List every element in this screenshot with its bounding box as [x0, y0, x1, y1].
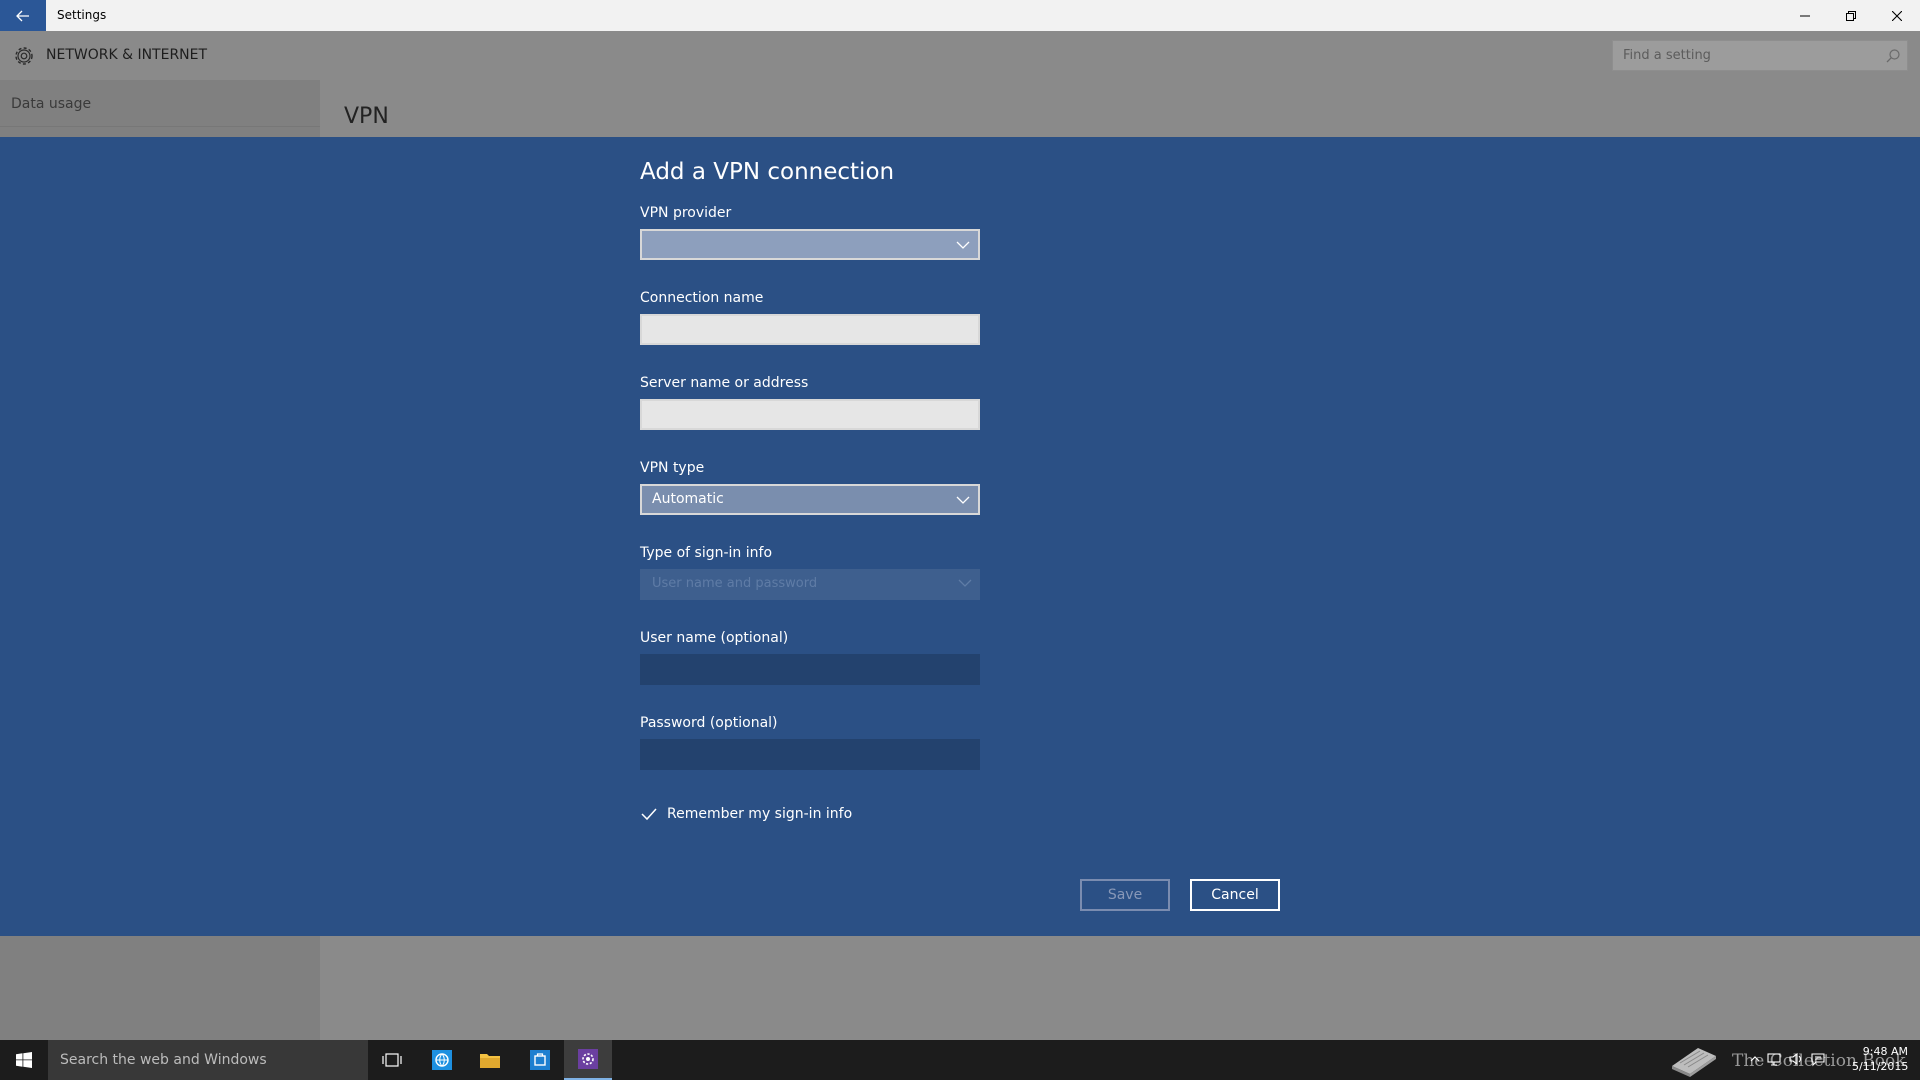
page-heading: VPN: [344, 104, 389, 129]
back-arrow-icon: [16, 10, 29, 21]
start-button[interactable]: [0, 1040, 48, 1080]
signin-type-dropdown: User name and password: [640, 569, 980, 600]
password-field[interactable]: [640, 739, 980, 770]
title-bar: Settings: [0, 0, 1920, 31]
task-view-icon: [382, 1053, 402, 1067]
vpn-type-dropdown[interactable]: Automatic: [640, 484, 980, 515]
settings-taskbar-button[interactable]: [564, 1040, 612, 1080]
settings-icon: [578, 1049, 598, 1069]
system-tray: [1750, 1051, 1826, 1067]
clock[interactable]: 9:48 AM 5/11/2015: [1852, 1044, 1908, 1074]
gear-icon: [15, 47, 33, 65]
action-center-icon[interactable]: [1810, 1051, 1826, 1067]
save-button[interactable]: Save: [1080, 879, 1170, 911]
vpn-type-label: VPN type: [640, 460, 705, 476]
edge-button[interactable]: [418, 1040, 466, 1080]
remember-signin-checkbox[interactable]: Remember my sign-in info: [640, 804, 852, 824]
vpn-provider-label: VPN provider: [640, 205, 732, 221]
vpn-type-value: Automatic: [652, 491, 724, 507]
add-vpn-dialog: Add a VPN connection VPN provider Connec…: [0, 137, 1920, 936]
dialog-title: Add a VPN connection: [640, 159, 895, 185]
taskbar: Search the web and Windows The Collectio…: [0, 1040, 1920, 1080]
settings-header: NETWORK & INTERNET: [0, 31, 1920, 80]
store-button[interactable]: [516, 1040, 564, 1080]
minimize-icon: [1800, 15, 1810, 16]
sidebar-item-data-usage[interactable]: Data usage: [11, 96, 91, 112]
close-button[interactable]: [1874, 0, 1920, 31]
edge-icon: [432, 1050, 452, 1070]
clock-date: 5/11/2015: [1852, 1060, 1909, 1073]
taskbar-search[interactable]: Search the web and Windows: [48, 1040, 368, 1080]
chevron-down-icon: [956, 241, 970, 249]
minimize-button[interactable]: [1782, 0, 1828, 31]
taskbar-search-text: Search the web and Windows: [60, 1052, 267, 1068]
book-icon: [1672, 1048, 1716, 1077]
username-field[interactable]: [640, 654, 980, 685]
network-icon[interactable]: [1766, 1051, 1782, 1067]
remember-signin-label: Remember my sign-in info: [667, 806, 853, 822]
signin-type-value: User name and password: [652, 576, 818, 591]
username-label: User name (optional): [640, 630, 789, 646]
file-explorer-icon: [480, 1054, 500, 1068]
checkmark-icon[interactable]: [640, 805, 658, 823]
find-setting-box[interactable]: [1612, 40, 1908, 71]
file-explorer-button[interactable]: [466, 1040, 514, 1080]
cancel-button[interactable]: Cancel: [1190, 879, 1280, 911]
chevron-up-icon[interactable]: [1750, 1054, 1760, 1064]
close-icon: [1892, 10, 1902, 21]
vpn-provider-dropdown[interactable]: [640, 229, 980, 260]
chevron-down-icon: [956, 496, 970, 504]
sidebar-lower: [0, 936, 320, 1040]
signin-type-label: Type of sign-in info: [640, 545, 773, 561]
restore-button[interactable]: [1828, 0, 1874, 31]
password-label: Password (optional): [640, 715, 778, 731]
connection-name-label: Connection name: [640, 290, 764, 306]
task-view-button[interactable]: [368, 1040, 416, 1080]
connection-name-field[interactable]: [640, 314, 980, 345]
chevron-down-icon: [958, 579, 972, 587]
back-button[interactable]: [0, 0, 46, 31]
search-icon[interactable]: [1885, 48, 1901, 64]
server-field[interactable]: [640, 399, 980, 430]
search-input[interactable]: [1623, 48, 1873, 63]
window-title: Settings: [57, 8, 107, 22]
clock-time: 9:48 AM: [1862, 1045, 1908, 1058]
store-icon: [530, 1050, 550, 1070]
volume-icon[interactable]: [1788, 1051, 1804, 1067]
page-title: NETWORK & INTERNET: [46, 47, 208, 63]
maximize-icon: [1846, 10, 1856, 21]
windows-logo-icon: [16, 1052, 32, 1068]
sidebar-divider: [0, 126, 320, 127]
server-label: Server name or address: [640, 375, 809, 391]
